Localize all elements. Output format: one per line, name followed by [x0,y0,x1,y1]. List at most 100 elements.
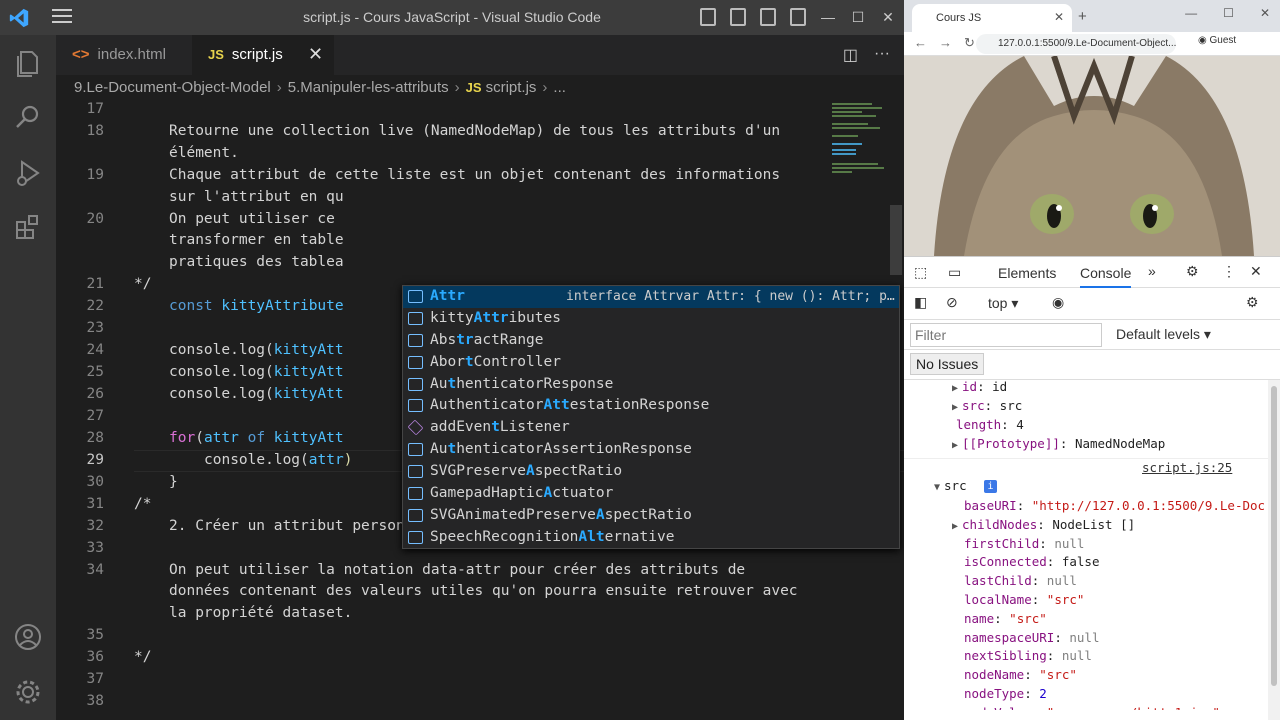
suggestion-item[interactable]: SVGAnimatedPreserveAspectRatio [403,505,899,527]
context-label: top [988,295,1008,311]
settings-gear-icon[interactable] [12,676,44,708]
forward-icon[interactable]: → [939,35,952,51]
property-key: firstChild [964,535,1040,551]
breadcrumb-folder[interactable]: 9.Le-Document-Object-Model [74,79,271,96]
minimize-icon[interactable]: — [1185,6,1197,20]
suggestion-text: t [491,419,500,436]
console-property[interactable]: length: 4 [952,417,1024,432]
maximize-icon[interactable]: ☐ [850,8,866,26]
minimize-icon[interactable]: — [820,8,836,26]
more-tabs-icon[interactable]: » [1148,263,1156,279]
console-property[interactable]: localName: "src" [964,592,1084,607]
line-number: 26 [86,386,104,402]
settings-gear-icon[interactable]: ⚙ [1186,263,1199,280]
filter-input[interactable]: Filter [910,323,1102,347]
suggestion-item[interactable]: GamepadHapticActuator [403,483,899,505]
console-text: : [984,398,1000,413]
suggest-widget[interactable]: Attr interface Attrvar Attr: { new (): At… [402,285,900,549]
close-tab-icon[interactable]: ✕ [1054,10,1064,24]
editor-scrollbar[interactable] [890,205,902,275]
close-window-icon[interactable]: ✕ [880,8,896,26]
browser-tab[interactable]: Cours JS ✕ [912,4,1072,32]
tab-index-html[interactable]: <> index.html [56,35,192,75]
line-number: 34 [86,562,104,578]
console-property[interactable]: nodeValue: "ressources/kitty1.jpg" [964,705,1220,710]
property-key: nextSibling [964,648,1047,664]
close-window-icon[interactable]: ✕ [1260,6,1270,20]
suggestion-item[interactable]: addEventListener [403,417,899,439]
log-levels-dropdown[interactable]: Default levels ▾ [1116,326,1211,343]
console-property[interactable]: name: "src" [964,611,1047,626]
breadcrumb-subfolder[interactable]: 5.Manipuler-les-attributs [288,79,449,96]
inspect-element-icon[interactable]: ⬚ [914,264,927,281]
clear-console-icon[interactable]: ⊘ [946,294,958,311]
console-property[interactable]: isConnected: false [964,554,1100,569]
suggestion-item[interactable]: AbortController [403,352,899,374]
split-editor-icon[interactable]: ◫ [843,45,858,65]
suggestion-item[interactable]: AuthenticatorResponse [403,374,899,396]
toggle-panel-icon[interactable] [730,8,746,26]
address-bar[interactable]: 127.0.0.1:5500/9.Le-Document-Object... [976,34,1176,54]
more-actions-icon[interactable]: ··· [874,45,890,65]
reload-icon[interactable]: ↻ [964,35,975,51]
console-property[interactable]: ▶ [[Prototype]]: NamedNodeMap [952,436,1165,451]
new-tab-icon[interactable]: + [1078,8,1087,25]
source-link[interactable]: script.js:25 [1142,460,1232,475]
title-bar: script.js - Cours JavaScript - Visual St… [0,0,904,35]
tab-script-js[interactable]: JS script.js ✕ [192,35,334,75]
account-icon[interactable] [12,621,44,653]
console-property[interactable]: lastChild: null [964,573,1077,588]
suggestion-item[interactable]: AbstractRange [403,330,899,352]
console-property[interactable]: baseURI: "http://127.0.0.1:5500/9.Le-Doc [964,498,1265,513]
minimap[interactable] [828,101,888,241]
explorer-icon[interactable] [12,47,44,79]
toggle-sidebar-icon[interactable] [700,8,716,26]
console-scrollbar[interactable] [1268,380,1280,720]
suggestion-item[interactable]: AuthenticatorAttestationResponse [403,395,899,417]
search-icon[interactable] [12,101,44,133]
live-expression-icon[interactable]: ◉ [1052,294,1064,311]
console-object[interactable]: ▼ src [934,478,967,493]
code-editor[interactable]: 17 18 19 20 21 22 23 24 25 26 27 28 29 3… [56,101,904,720]
context-selector[interactable]: top ▾ [988,295,1018,312]
extensions-icon[interactable] [12,211,44,243]
console-property[interactable]: ▶ id: id [952,380,1007,394]
maximize-icon[interactable]: ☐ [1223,6,1234,20]
console-property[interactable]: namespaceURI: null [964,630,1099,645]
console-property[interactable]: nextSibling: null [964,648,1092,663]
suggestion-item[interactable]: SpeechRecognitionAlternative [403,527,899,549]
console-text: : [1059,436,1075,451]
console-settings-icon[interactable]: ⚙ [1246,294,1259,311]
suggestion-item[interactable]: Attr interface Attrvar Attr: { new (): At… [403,286,899,308]
property-key: baseURI [964,498,1017,513]
console-separator [904,458,1268,459]
close-tab-icon[interactable]: ✕ [308,44,323,65]
tab-elements[interactable]: Elements [998,265,1056,281]
suggestion-item[interactable]: SVGPreserveAspectRatio [403,461,899,483]
console-property[interactable]: nodeType: 2 [964,686,1047,701]
run-debug-icon[interactable] [12,157,44,189]
console-property[interactable]: ▶ src: src [952,398,1022,413]
property-value: 2 [1039,686,1047,701]
profile-button[interactable]: ◉ Guest [1198,35,1236,46]
sidebar-toggle-icon[interactable]: ◧ [914,294,927,311]
info-icon[interactable]: i [984,480,997,493]
code-line: console.log(attr) [204,452,352,468]
suggestion-item[interactable]: AuthenticatorAssertionResponse [403,439,899,461]
console-property[interactable]: firstChild: null [964,536,1084,551]
back-icon[interactable]: ← [914,35,927,51]
tab-console[interactable]: Console [1080,265,1132,288]
toggle-secondary-sidebar-icon[interactable] [760,8,776,26]
customize-layout-icon[interactable] [790,8,806,26]
code-line: */ [134,276,152,292]
breadcrumb-file[interactable]: script.js [486,79,537,96]
issues-button[interactable]: No Issues [910,353,985,375]
close-devtools-icon[interactable]: ✕ [1250,263,1262,280]
code-line: const kittyAttribute [169,298,344,314]
more-options-icon[interactable]: ⋮ [1222,263,1236,280]
console-property[interactable]: nodeName: "src" [964,667,1077,682]
console-property[interactable]: ▶ childNodes: NodeList [] [952,517,1135,532]
device-toolbar-icon[interactable]: ▭ [948,264,961,281]
breadcrumb-symbol[interactable]: ... [553,79,566,96]
suggestion-item[interactable]: kittyAttributes [403,308,899,330]
